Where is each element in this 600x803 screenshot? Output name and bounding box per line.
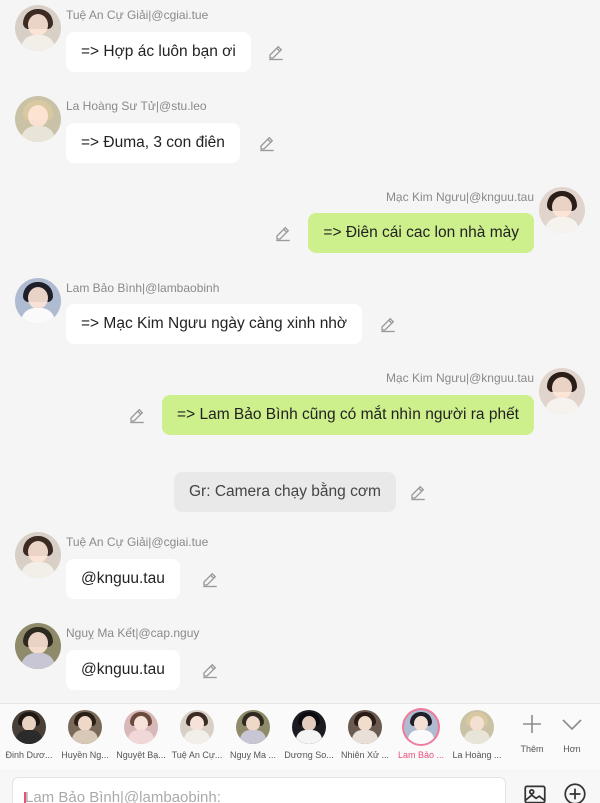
avatar bbox=[292, 710, 326, 744]
member-item[interactable]: Dương So... bbox=[280, 704, 336, 770]
member-label: Huyền Ng... bbox=[61, 750, 109, 760]
member-item[interactable]: La Hoàng ... bbox=[448, 704, 504, 770]
plus-icon bbox=[523, 715, 541, 733]
member-item[interactable]: Nguyệt Bạ... bbox=[112, 704, 168, 770]
chevron-down-icon bbox=[562, 719, 582, 731]
pencil-icon[interactable] bbox=[274, 224, 292, 242]
member-label: Tuệ An Cự... bbox=[171, 750, 223, 760]
avatar bbox=[404, 710, 438, 744]
attach-button[interactable] bbox=[562, 781, 588, 803]
message-bubble[interactable]: => Mạc Kim Ngưu ngày càng xinh nhờ bbox=[66, 304, 363, 344]
more-label: Hơn bbox=[563, 744, 581, 754]
member-item[interactable]: Nguỵ Ma ... bbox=[224, 704, 280, 770]
pencil-icon[interactable] bbox=[258, 134, 276, 152]
member-item[interactable]: Đinh Dươ... bbox=[0, 704, 56, 770]
message-bubble[interactable]: @knguu.tau bbox=[66, 559, 180, 599]
message-input[interactable] bbox=[13, 778, 505, 803]
avatar bbox=[460, 710, 494, 744]
member-mention-strip: Đinh Dươ... Huyền Ng... Nguyệt Bạ... Tuệ… bbox=[0, 703, 600, 769]
pencil-icon[interactable] bbox=[128, 406, 146, 424]
pencil-icon[interactable] bbox=[379, 315, 397, 333]
member-item-selected[interactable]: Lam Bảo ... bbox=[392, 704, 448, 770]
member-label: Lam Bảo ... bbox=[397, 750, 445, 760]
message-bubble[interactable]: => Hợp ác luôn bạn ơi bbox=[66, 32, 251, 72]
chat-area[interactable]: Tuệ An Cự Giải|@cgiai.tue => Hợp ác luôn… bbox=[0, 0, 600, 703]
member-label: Nguỵ Ma ... bbox=[229, 750, 276, 760]
avatar bbox=[124, 710, 158, 744]
member-item[interactable]: Huyền Ng... bbox=[56, 704, 112, 770]
more-members-button[interactable]: Hơn bbox=[552, 704, 592, 770]
add-label: Thêm bbox=[520, 744, 544, 754]
message-bubble[interactable]: @knguu.tau bbox=[66, 650, 180, 690]
sender-name: Lam Bảo Bình|@lambaobinh bbox=[66, 281, 220, 295]
pencil-icon[interactable] bbox=[201, 661, 219, 679]
avatar[interactable] bbox=[15, 96, 61, 142]
avatar bbox=[236, 710, 270, 744]
message-bubble[interactable]: => Lam Bảo Bình cũng có mắt nhìn người r… bbox=[162, 395, 534, 435]
pencil-icon[interactable] bbox=[409, 483, 427, 501]
message-input-bar bbox=[0, 769, 600, 803]
member-label: Dương So... bbox=[284, 750, 334, 760]
avatar bbox=[68, 710, 102, 744]
sender-name: Mạc Kim Ngưu|@knguu.tau bbox=[385, 190, 534, 204]
avatar bbox=[180, 710, 214, 744]
pencil-icon[interactable] bbox=[201, 570, 219, 588]
member-label: La Hoàng ... bbox=[452, 750, 502, 760]
sender-name: Mạc Kim Ngưu|@knguu.tau bbox=[385, 371, 534, 385]
text-caret bbox=[24, 792, 26, 803]
pencil-icon[interactable] bbox=[267, 43, 285, 61]
sender-name: Nguỵ Ma Kết|@cap.nguy bbox=[66, 626, 200, 640]
avatar[interactable] bbox=[539, 187, 585, 233]
member-label: Nhiên Xử ... bbox=[340, 750, 390, 760]
member-label: Nguyệt Bạ... bbox=[116, 750, 166, 760]
add-member-button[interactable]: Thêm bbox=[512, 704, 552, 770]
avatar[interactable] bbox=[15, 5, 61, 51]
image-button[interactable] bbox=[522, 781, 548, 803]
member-item[interactable]: Tuệ An Cự... bbox=[168, 704, 224, 770]
message-bubble[interactable]: => Đuma, 3 con điên bbox=[66, 123, 240, 163]
member-item[interactable]: Nhiên Xử ... bbox=[336, 704, 392, 770]
image-icon bbox=[524, 785, 546, 803]
avatar[interactable] bbox=[539, 368, 585, 414]
plus-circle-icon bbox=[564, 783, 586, 803]
sender-name: La Hoàng Sư Tử|@stu.leo bbox=[66, 99, 207, 113]
avatar bbox=[348, 710, 382, 744]
sender-name: Tuệ An Cự Giải|@cgiai.tue bbox=[66, 8, 209, 22]
message-input-box[interactable] bbox=[12, 777, 506, 803]
sender-name: Tuệ An Cự Giải|@cgiai.tue bbox=[66, 535, 209, 549]
avatar[interactable] bbox=[15, 278, 61, 324]
member-label: Đinh Dươ... bbox=[5, 750, 53, 760]
avatar bbox=[12, 710, 46, 744]
avatar[interactable] bbox=[15, 623, 61, 669]
message-bubble[interactable]: => Điên cái cac lon nhà mày bbox=[308, 213, 534, 253]
avatar[interactable] bbox=[15, 532, 61, 578]
system-message: Gr: Camera chạy bằng cơm bbox=[174, 472, 396, 512]
